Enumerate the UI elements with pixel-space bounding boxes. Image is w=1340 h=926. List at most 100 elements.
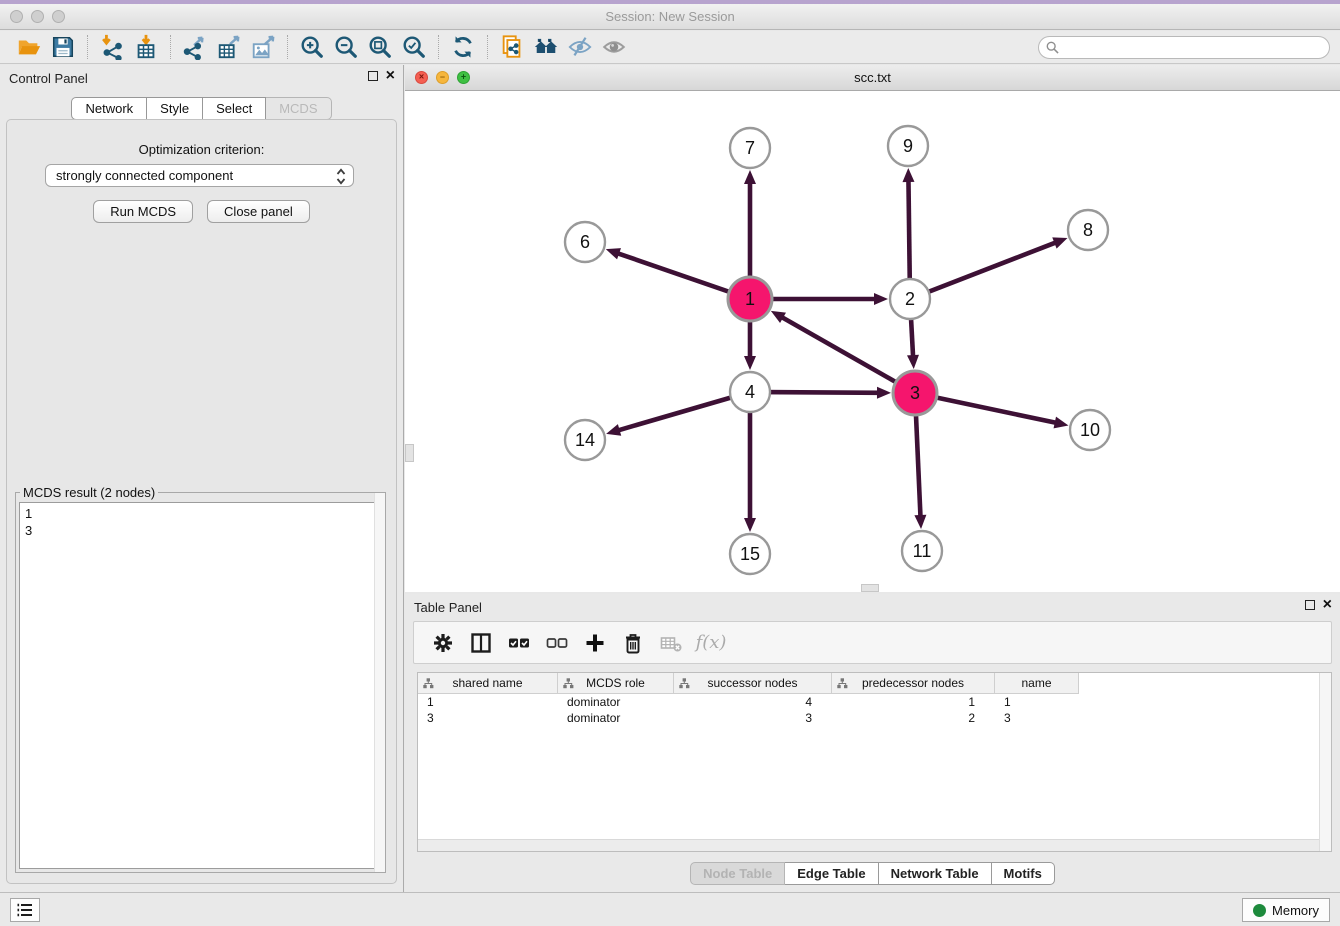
mcds-result-scrollbar[interactable] — [374, 493, 385, 872]
refresh-button[interactable] — [446, 32, 480, 62]
select-stepper-icon — [335, 168, 347, 188]
table-cell[interactable]: 2 — [832, 710, 995, 726]
optimization-criterion-select[interactable]: strongly connected component — [45, 164, 354, 187]
hide-panels-button[interactable] — [563, 32, 597, 62]
table-tab-network-table[interactable]: Network Table — [879, 862, 992, 885]
table-cell[interactable]: 3 — [674, 710, 832, 726]
memory-button[interactable]: Memory — [1242, 898, 1330, 922]
table-cell[interactable]: 4 — [674, 694, 832, 710]
mcds-panel-body: Optimization criterion: strongly connect… — [6, 119, 397, 884]
close-panel-button[interactable]: Close panel — [207, 200, 310, 223]
add-column-button[interactable] — [576, 625, 614, 661]
export-table-icon — [216, 34, 242, 60]
table-cell[interactable]: 1 — [832, 694, 995, 710]
graph-edge-arrowhead — [914, 515, 926, 529]
delete-table-icon — [659, 631, 683, 655]
network-canvas[interactable]: 1234678910111415 — [405, 91, 1340, 592]
deselect-all-button[interactable] — [538, 625, 576, 661]
houses-button[interactable] — [529, 32, 563, 62]
export-table-button[interactable] — [212, 32, 246, 62]
plus-icon — [583, 631, 607, 655]
table-tab-motifs[interactable]: Motifs — [992, 862, 1055, 885]
task-history-button[interactable] — [10, 898, 40, 922]
control-tab-network[interactable]: Network — [71, 97, 147, 120]
table-toolbar: f(x) — [413, 621, 1332, 664]
optimization-criterion-value: strongly connected component — [56, 168, 233, 183]
show-panels-button[interactable] — [597, 32, 631, 62]
control-tab-mcds[interactable]: MCDS — [266, 97, 331, 120]
network-graph: 1234678910111415 — [405, 91, 1338, 592]
float-panel-icon[interactable] — [368, 71, 378, 81]
table-tab-node-table[interactable]: Node Table — [690, 862, 785, 885]
column-header-successor-nodes[interactable]: successor nodes — [674, 673, 832, 694]
graph-edge-arrowhead — [907, 355, 919, 369]
table-row[interactable]: 3dominator323 — [418, 710, 1331, 726]
graph-node-label: 3 — [910, 383, 920, 403]
control-panel: Control Panel × NetworkStyleSelectMCDS O… — [0, 65, 404, 892]
zoom-in-button[interactable] — [295, 32, 329, 62]
float-panel-icon[interactable] — [1305, 600, 1315, 610]
show-hide-columns-button[interactable] — [462, 625, 500, 661]
table-cell[interactable]: 1 — [995, 694, 1079, 710]
delete-table-button — [652, 625, 690, 661]
table-row[interactable]: 1dominator411 — [418, 694, 1331, 710]
table-cell[interactable]: 3 — [418, 710, 558, 726]
column-header-label: successor nodes — [707, 676, 797, 690]
gear-icon — [431, 631, 455, 655]
delete-column-button[interactable] — [614, 625, 652, 661]
save-session-button[interactable] — [46, 32, 80, 62]
export-network-button[interactable] — [178, 32, 212, 62]
graph-edge-2-8[interactable] — [910, 242, 1057, 299]
toolbar-separator — [170, 35, 171, 59]
export-image-icon — [250, 34, 276, 60]
table-cell[interactable]: dominator — [558, 694, 674, 710]
graph-node-label: 10 — [1080, 420, 1100, 440]
node-table: shared name MCDS role successor nodes prede… — [417, 672, 1332, 852]
column-header-MCDS-role[interactable]: MCDS role — [558, 673, 674, 694]
close-panel-icon[interactable]: × — [386, 71, 395, 81]
export-image-button[interactable] — [246, 32, 280, 62]
table-cell[interactable]: 1 — [418, 694, 558, 710]
panel-splitter-grip[interactable] — [405, 444, 414, 462]
select-all-button[interactable] — [500, 625, 538, 661]
clone-network-button[interactable] — [495, 32, 529, 62]
column-header-name[interactable]: name — [995, 673, 1079, 694]
memory-status-dot — [1253, 904, 1266, 917]
search-box[interactable] — [1038, 36, 1330, 59]
graph-edge-arrowhead — [1052, 237, 1067, 248]
import-table-button[interactable] — [129, 32, 163, 62]
run-mcds-button[interactable]: Run MCDS — [93, 200, 193, 223]
memory-label: Memory — [1272, 903, 1319, 918]
column-header-label: MCDS role — [586, 676, 645, 690]
open-session-button[interactable] — [12, 32, 46, 62]
table-horizontal-scrollbar[interactable] — [418, 839, 1319, 851]
table-rows: 1dominator4113dominator323 — [418, 694, 1331, 726]
column-header-shared-name[interactable]: shared name — [418, 673, 558, 694]
mcds-result-text[interactable]: 1 3 — [19, 502, 382, 869]
close-panel-icon[interactable]: × — [1323, 600, 1332, 610]
import-network-button[interactable] — [95, 32, 129, 62]
zoom-out-button[interactable] — [329, 32, 363, 62]
toolbar-separator — [287, 35, 288, 59]
table-cell[interactable]: 3 — [995, 710, 1079, 726]
table-cell[interactable]: dominator — [558, 710, 674, 726]
search-input[interactable] — [1059, 37, 1329, 58]
table-mode-button[interactable] — [424, 625, 462, 661]
table-tab-edge-table[interactable]: Edge Table — [785, 862, 878, 885]
zoom-selected-icon — [401, 34, 427, 60]
columns-icon — [469, 631, 493, 655]
graph-node-label: 1 — [745, 289, 755, 309]
control-tab-style[interactable]: Style — [147, 97, 203, 120]
column-header-predecessor-nodes[interactable]: predecessor nodes — [832, 673, 995, 694]
graph-node-label: 4 — [745, 382, 755, 402]
graph-edge-arrowhead — [744, 518, 756, 532]
zoom-selected-button[interactable] — [397, 32, 431, 62]
panel-splitter-grip[interactable] — [861, 584, 879, 592]
table-vertical-scrollbar[interactable] — [1319, 673, 1331, 851]
clone-network-icon — [499, 34, 525, 60]
zoom-fit-icon — [367, 34, 393, 60]
zoom-fit-button[interactable] — [363, 32, 397, 62]
graph-edge-arrowhead — [744, 170, 756, 184]
control-tab-select[interactable]: Select — [203, 97, 266, 120]
graph-node-label: 11 — [913, 541, 932, 561]
